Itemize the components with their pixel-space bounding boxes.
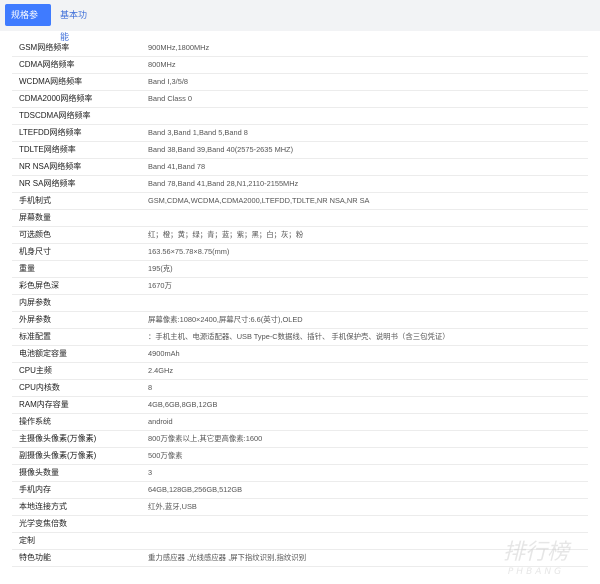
spec-row: 电池额定容量 4900mAh [12,346,588,363]
spec-label: TDSCDMA网络频率 [19,111,91,120]
spec-value: 红；橙；黄；绿；青；蓝；紫；黑；白；灰；粉 [148,230,304,239]
spec-value: 195(克) [148,264,173,273]
spec-row: 彩色屏色深 1670万 [12,278,588,295]
spec-row: 外屏参数 屏幕像素:1080×2400,屏幕尺寸:6.6(英寸),OLED [12,312,588,329]
spec-row: CPU内核数 8 [12,380,588,397]
tab-specs[interactable]: 规格参数 [5,4,51,42]
spec-value: ：手机主机、电源适配器、USB Type-C数据线、插针、 手机保护壳、说明书（… [148,332,450,341]
spec-label: GSM网络频率 [19,43,70,52]
spec-row: TDLTE网络频率 Band 38,Band 39,Band 40(2575-26… [12,142,588,159]
spec-row: 重量 195(克) [12,261,588,278]
spec-label: NR SA网络频率 [19,179,76,188]
tab-bar: 规格参数 基本功能 [0,0,600,42]
spec-label: LTEFDD网络频率 [19,128,82,137]
spec-label: 电池额定容量 [19,349,67,358]
spec-row: WCDMA网络频率 Band Ⅰ,3/5/8 [12,74,588,91]
spec-value: 800万像素以上,其它更高像素:1600 [148,434,263,443]
spec-label: CDMA网络频率 [19,60,75,69]
svg-text:排行榜: 排行榜 [503,540,572,565]
spec-label: 彩色屏色深 [19,281,59,290]
spec-value: 4900mAh [148,349,180,358]
spec-value: GSM,CDMA,WCDMA,CDMA2000,LTEFDD,TDLTE,NR … [148,196,370,205]
spec-value: 64GB,128GB,256GB,512GB [148,485,243,494]
spec-row: 操作系统 android [12,414,588,431]
spec-label: CPU内核数 [19,383,60,392]
spec-label: 摄像头数量 [19,468,59,477]
spec-row: 本地连接方式 红外,蓝牙,USB [12,499,588,516]
spec-row: 内屏参数 [12,295,588,312]
spec-row: CPU主频 2.4GHz [12,363,588,380]
spec-label: CPU主频 [19,366,52,375]
spec-row: RAM内存容量 4GB,6GB,8GB,12GB [12,397,588,414]
spec-label: TDLTE网络频率 [19,145,76,154]
spec-row: 可选颜色 红；橙；黄；绿；青；蓝；紫；黑；白；灰；粉 [12,227,588,244]
spec-value: android [148,417,173,426]
spec-row: NR SA网络频率 Band 78,Band 41,Band 28,N1,2110… [12,176,588,193]
spec-label: 标准配置 [19,332,51,341]
spec-row: NR NSA网络频率 Band 41,Band 78 [12,159,588,176]
spec-row: 手机制式 GSM,CDMA,WCDMA,CDMA2000,LTEFDD,TDLTE… [12,193,588,210]
spec-label: 外屏参数 [19,315,51,324]
spec-label: 屏幕数量 [19,213,51,222]
spec-value: 8 [148,383,153,392]
spec-label: 特色功能 [19,553,51,562]
spec-value: 900MHz,1800MHz [148,43,210,52]
spec-row: 摄像头数量 3 [12,465,588,482]
spec-label: 操作系统 [19,417,51,426]
spec-label: 主摄像头像素(万像素) [19,434,97,443]
spec-value: 800MHz [148,60,176,69]
spec-label: 手机制式 [19,196,51,205]
spec-label: NR NSA网络频率 [19,162,82,171]
spec-value: Band Class 0 [148,94,192,103]
spec-row: GSM网络频率 900MHz,1800MHz [12,40,588,57]
spec-label: 重量 [19,264,35,273]
spec-row: 副摄像头像素(万像素) 500万像素 [12,448,588,465]
spec-label: 光学变焦倍数 [19,519,67,528]
spec-value: 重力感应器 ,光线感应器 ,屏下指纹识别,指纹识别 [148,553,307,562]
spec-label: WCDMA网络频率 [19,77,83,86]
spec-value: Band 78,Band 41,Band 28,N1,2110-2155MHz [148,179,299,188]
spec-row: CDMA2000网络频率 Band Class 0 [12,91,588,108]
spec-value: 3 [148,468,153,477]
spec-row: CDMA网络频率 800MHz [12,57,588,74]
spec-value: 屏幕像素:1080×2400,屏幕尺寸:6.6(英寸),OLED [148,315,303,324]
spec-label: 机身尺寸 [19,247,51,256]
spec-row: 屏幕数量 [12,210,588,227]
spec-table: GSM网络频率 900MHz,1800MHz CDMA网络频率 800MHz WCDMA… [12,40,588,567]
spec-value: 1670万 [148,281,172,290]
spec-label: 内屏参数 [19,298,51,307]
tab-basic-functions[interactable]: 基本功能 [54,4,98,42]
spec-label: 手机内存 [19,485,51,494]
spec-row: TDSCDMA网络频率 [12,108,588,125]
spec-label: 定制 [19,536,35,545]
spec-row: 标准配置 ：手机主机、电源适配器、USB Type-C数据线、插针、 手机保护壳、… [12,329,588,346]
spec-label: 本地连接方式 [19,502,67,511]
spec-value: Band 38,Band 39,Band 40(2575-2635 MHZ) [148,145,294,154]
spec-label: CDMA2000网络频率 [19,94,93,103]
spec-label: RAM内存容量 [19,400,69,409]
spec-row: 主摄像头像素(万像素) 800万像素以上,其它更高像素:1600 [12,431,588,448]
spec-label: 可选颜色 [19,230,51,239]
spec-value: 红外,蓝牙,USB [148,502,197,511]
spec-value: Band Ⅰ,3/5/8 [148,77,188,86]
spec-value: 163.56×75.78×8.75(mm) [148,247,230,256]
spec-row: 机身尺寸 163.56×75.78×8.75(mm) [12,244,588,261]
spec-label: 副摄像头像素(万像素) [19,451,97,460]
watermark-logo: 排行榜 PHBANG [486,531,586,579]
spec-value: 500万像素 [148,451,183,460]
spec-row: 手机内存 64GB,128GB,256GB,512GB [12,482,588,499]
spec-value: 2.4GHz [148,366,174,375]
spec-value: 4GB,6GB,8GB,12GB [148,400,218,409]
spec-value: Band 41,Band 78 [148,162,206,171]
spec-row: LTEFDD网络频率 Band 3,Band 1,Band 5,Band 8 [12,125,588,142]
spec-value: Band 3,Band 1,Band 5,Band 8 [148,128,248,137]
svg-text:PHBANG: PHBANG [508,567,564,577]
